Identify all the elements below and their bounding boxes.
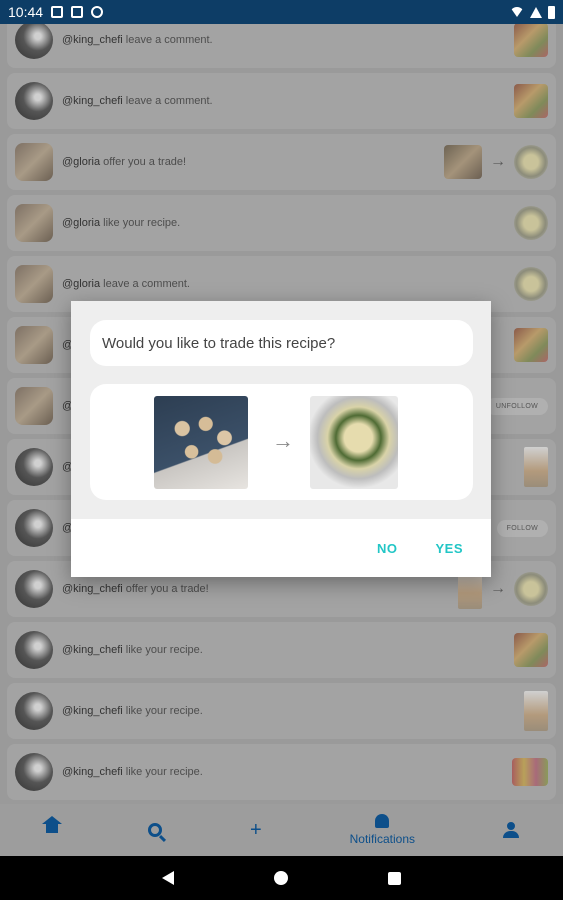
notification-row[interactable]: @king_chefi like your recipe. <box>7 744 556 800</box>
recents-icon[interactable] <box>388 871 401 885</box>
notification-action: offer you a trade! <box>125 583 209 595</box>
recipe-thumbnail[interactable] <box>514 572 548 606</box>
notification-user[interactable]: @gloria <box>62 217 100 229</box>
follow-button[interactable]: FOLLOW <box>496 519 548 537</box>
avatar[interactable] <box>15 204 53 242</box>
nav-profile[interactable] <box>502 822 519 838</box>
battery-icon <box>548 5 555 19</box>
avatar[interactable] <box>15 753 53 791</box>
yes-button[interactable]: YES <box>435 541 463 556</box>
nav-home[interactable] <box>41 816 62 837</box>
bell-icon <box>375 814 390 828</box>
arrow-right-icon: → <box>490 580 506 597</box>
requested-recipe-image <box>310 396 398 489</box>
trade-dialog: Would you like to trade this recipe? → N… <box>71 301 491 577</box>
unfollow-button[interactable]: UNFOLLOW <box>485 397 548 415</box>
recipe-thumbnail[interactable] <box>514 328 548 362</box>
avatar[interactable] <box>15 448 53 486</box>
notification-user[interactable]: @gloria <box>62 278 100 290</box>
trade-preview: → <box>90 384 473 500</box>
notification-user[interactable]: @king_chefi <box>62 644 123 656</box>
avatar[interactable] <box>15 631 53 669</box>
notification-action: offer you a trade! <box>103 156 187 168</box>
notification-action: leave a comment. <box>125 34 213 46</box>
dialog-body: Would you like to trade this recipe? → <box>71 301 491 519</box>
notification-action: like your recipe. <box>125 705 203 717</box>
recipe-thumbnail[interactable] <box>524 447 548 487</box>
notification-row[interactable]: @king_chefi leave a comment. <box>7 24 556 68</box>
avatar[interactable] <box>15 509 53 547</box>
home-icon <box>41 816 62 837</box>
person-icon <box>502 822 519 838</box>
sync-icon <box>91 6 104 18</box>
avatar[interactable] <box>15 82 53 120</box>
notification-user[interactable]: @gloria <box>62 156 100 168</box>
nav-notifications-label: Notifications <box>349 832 415 846</box>
avatar[interactable] <box>15 143 53 181</box>
notification-action: like your recipe. <box>103 217 181 229</box>
notification-row[interactable]: @king_chefi like your recipe. <box>7 622 556 678</box>
wifi-icon <box>510 7 524 17</box>
offered-recipe-thumbnail[interactable] <box>444 145 482 179</box>
recipe-thumbnail[interactable] <box>514 206 548 240</box>
recipe-thumbnail[interactable] <box>514 633 548 667</box>
nav-notifications[interactable]: Notifications <box>350 814 415 846</box>
offered-recipe-image <box>154 396 248 489</box>
recipe-thumbnail[interactable] <box>514 267 548 301</box>
arrow-right-icon: → <box>490 153 506 170</box>
dialog-actions: NO YES <box>71 519 491 577</box>
avatar[interactable] <box>15 265 53 303</box>
avatar[interactable] <box>15 326 53 364</box>
recipe-thumbnail[interactable] <box>514 145 548 179</box>
recipe-thumbnail[interactable] <box>514 24 548 57</box>
notification-user[interactable]: @king_chefi <box>62 766 123 778</box>
notification-action: leave a comment. <box>103 278 190 290</box>
arrow-right-icon: → <box>272 428 294 453</box>
notification-row[interactable]: @king_chefi leave a comment. <box>7 73 556 129</box>
bottom-nav: + Notifications <box>0 804 563 856</box>
dialog-question: Would you like to trade this recipe? <box>90 320 473 366</box>
notification-user[interactable]: @king_chefi <box>62 583 123 595</box>
plus-icon: + <box>249 819 262 841</box>
recipe-thumbnail[interactable] <box>524 691 548 731</box>
avatar[interactable] <box>15 24 53 59</box>
avatar[interactable] <box>15 570 53 608</box>
notification-user[interactable]: @king_chefi <box>62 705 123 717</box>
notification-action: leave a comment. <box>125 95 213 107</box>
home-button-icon[interactable] <box>274 871 288 885</box>
notification-row[interactable]: @king_chefi like your recipe. <box>7 683 556 739</box>
no-button[interactable]: NO <box>377 541 398 556</box>
status-time: 10:44 <box>8 4 44 20</box>
avatar[interactable] <box>15 387 53 425</box>
nav-add[interactable]: + <box>250 820 262 840</box>
notification-icon <box>51 6 64 18</box>
notification-user[interactable]: @king_chefi <box>62 34 123 46</box>
sd-card-icon <box>71 6 84 18</box>
signal-icon <box>530 6 542 18</box>
avatar[interactable] <box>15 692 53 730</box>
system-nav-bar <box>0 856 563 900</box>
notification-action: like your recipe. <box>125 644 203 656</box>
recipe-thumbnail[interactable] <box>512 758 548 786</box>
search-icon <box>147 823 162 837</box>
recipe-thumbnail[interactable] <box>514 84 548 118</box>
nav-search[interactable] <box>147 823 162 837</box>
notification-row[interactable]: @gloria like your recipe. <box>7 195 556 251</box>
back-icon[interactable] <box>162 871 174 885</box>
notification-user[interactable]: @king_chefi <box>62 95 123 107</box>
notification-row[interactable]: @gloria offer you a trade! → <box>7 134 556 190</box>
status-bar: 10:44 <box>0 0 563 24</box>
notification-action: like your recipe. <box>125 766 203 778</box>
